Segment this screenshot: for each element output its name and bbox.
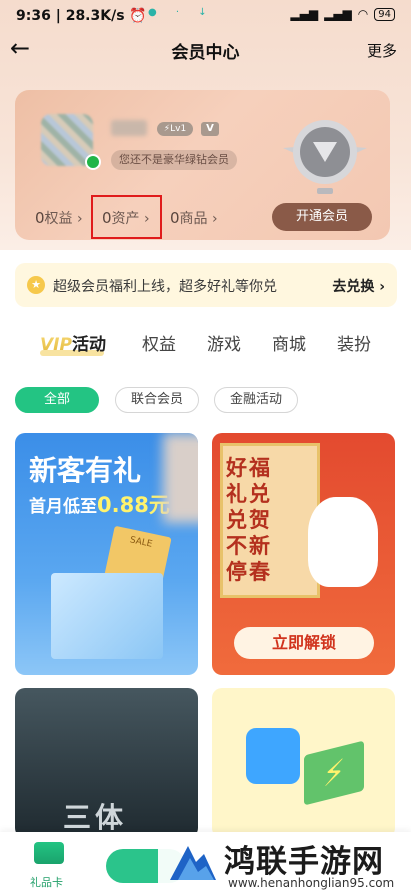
tab-dressup[interactable]: 装扮	[337, 330, 371, 355]
promo-bilibili[interactable]: ⚡	[212, 688, 395, 838]
battery-icon: 94	[374, 7, 395, 21]
tab-vip-prefix: VIP	[40, 335, 72, 355]
bunny-illustration	[308, 497, 378, 587]
signal-icon-2: ▂▄▆	[324, 7, 352, 21]
v-badge: V	[201, 122, 219, 136]
rights-stat[interactable]: 0权益 ›	[35, 208, 83, 228]
promo-three-body[interactable]: 三体	[15, 688, 198, 838]
notice-text: 超级会员福利上线，超多好礼等你兑	[53, 279, 277, 295]
level-badge-text: Lv1	[170, 124, 187, 134]
promo-new-customer-sub: 首月低至0.88元	[29, 489, 170, 519]
filter-all[interactable]: 全部	[15, 387, 99, 413]
assets-highlight-box	[91, 195, 162, 239]
more-button[interactable]: 更多	[367, 40, 397, 61]
tab-vip-label: 活动	[71, 335, 106, 355]
three-body-title: 三体	[63, 801, 128, 834]
promo-spring-festival[interactable]: 好福礼兑兑贺不新停春 立即解锁	[212, 433, 395, 675]
tab-rights[interactable]: 权益	[142, 330, 176, 355]
blurred-overlay	[163, 433, 198, 523]
lightning-card-icon: ⚡	[304, 740, 364, 806]
notice-banner[interactable]: ★ 超级会员福利上线，超多好礼等你兑 去兑换 ›	[15, 263, 397, 307]
clock-time: 9:36	[16, 8, 51, 24]
tab-mall[interactable]: 商城	[272, 330, 306, 355]
watermark-url: www.henanhonglian95.com	[228, 876, 395, 890]
level-badge: ⚡Lv1	[157, 122, 193, 136]
unlock-now-button[interactable]: 立即解锁	[234, 627, 374, 659]
promo-new-customer[interactable]: 新客有礼 首月低至0.88元 SALE	[15, 433, 198, 675]
username-blurred	[111, 120, 147, 136]
gift-card-label[interactable]: 礼品卡	[30, 874, 63, 890]
status-right: ▂▄▆ ▂▄▆ ◠ 94	[290, 7, 395, 21]
network-speed: 28.3K/s	[65, 8, 125, 24]
tab-vip-activity[interactable]: VIP活动	[40, 330, 106, 355]
rights-count: 0	[35, 209, 45, 227]
spring-vertical-text: 好福礼兑兑贺不新停春	[226, 456, 272, 584]
status-time: 9:36 | 28.3K/s ⏰	[16, 8, 147, 24]
filter-joint-membership[interactable]: 联合会员	[115, 387, 199, 413]
nav-bar: ← 会员中心 更多	[0, 32, 411, 68]
bilibili-tv-icon	[246, 728, 300, 784]
gift-card-icon[interactable]	[34, 842, 64, 864]
gift-box-image	[51, 573, 163, 659]
filter-finance[interactable]: 金融活动	[214, 387, 298, 413]
open-membership-button[interactable]: 开通会员	[272, 203, 372, 231]
filter-chips: 全部 联合会员 金融活动	[0, 387, 411, 413]
promo-new-customer-headline: 新客有礼	[29, 454, 142, 487]
promo-price: 0.88元	[97, 493, 170, 517]
notification-icons: ● · ↓	[148, 7, 215, 18]
member-status-badge: 您还不是豪华绿钻会员	[111, 150, 237, 170]
membership-emblem-icon	[283, 120, 367, 194]
goods-label: 商品	[179, 211, 208, 227]
signal-icon: ▂▄▆	[290, 7, 319, 21]
category-tabs: VIP活动 权益 游戏 商城 装扮	[0, 330, 411, 366]
wifi-icon: ◠	[357, 7, 369, 21]
watermark-title: 鸿联手游网	[224, 844, 384, 880]
star-coin-icon: ★	[27, 276, 45, 294]
watermark-logo-icon	[170, 846, 216, 880]
status-bar: 9:36 | 28.3K/s ⏰ ● · ↓ ▂▄▆ ▂▄▆ ◠ 94	[0, 0, 411, 32]
wechat-icon	[85, 154, 101, 170]
goods-count: 0	[170, 209, 180, 227]
site-watermark: 鸿联手游网 www.henanhonglian95.com	[158, 832, 411, 893]
membership-card: ⚡Lv1 V 您还不是豪华绿钻会员 0权益 › 0资产 › 0商品 › 开通会员	[15, 90, 390, 240]
promo-sub-prefix: 首月低至	[29, 497, 97, 517]
page-title: 会员中心	[171, 43, 240, 63]
goods-stat[interactable]: 0商品 ›	[170, 208, 218, 228]
sale-ticket-text: SALE	[128, 535, 154, 550]
tab-games[interactable]: 游戏	[207, 330, 241, 355]
redeem-link[interactable]: 去兑换 ›	[332, 276, 385, 296]
rights-label: 权益	[44, 211, 73, 227]
redeem-link-label: 去兑换	[332, 279, 375, 295]
